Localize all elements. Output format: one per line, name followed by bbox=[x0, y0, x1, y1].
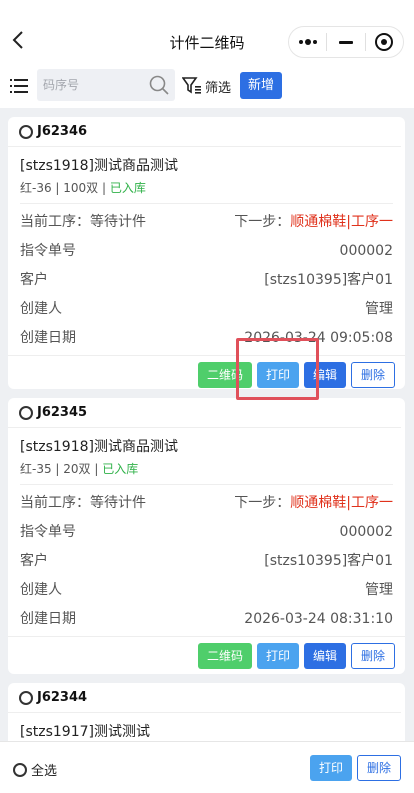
date-label: 创建日期 bbox=[20, 330, 76, 346]
card-actions: 二维码 打印 编辑 删除 bbox=[8, 356, 405, 394]
card-header: J62346 bbox=[8, 117, 401, 147]
more-icon[interactable] bbox=[289, 27, 326, 57]
customer-value: [stzs10395]客户01 bbox=[264, 272, 393, 288]
add-button[interactable]: 新增 bbox=[240, 72, 282, 99]
product-name: [stzs1918]测试商品测试 bbox=[20, 439, 178, 455]
spec-text: 红-35 | 20双 | bbox=[20, 462, 103, 476]
next-step: 顺通棉鞋|工序一 bbox=[290, 214, 393, 230]
qr-card: J62346 [stzs1918]测试商品测试 红-36 | 100双 | 已入… bbox=[8, 117, 405, 389]
order-value: 000002 bbox=[339, 243, 393, 259]
toolbar: 筛选 新增 bbox=[0, 64, 414, 108]
mini-program-capsule bbox=[288, 26, 404, 58]
order-value: 000002 bbox=[339, 524, 393, 540]
delete-button[interactable]: 删除 bbox=[351, 643, 395, 669]
process-row: 当前工序：等待计件 下一步：顺通棉鞋|工序一 bbox=[20, 208, 393, 237]
process-row: 当前工序：等待计件 下一步：顺通棉鞋|工序一 bbox=[20, 489, 393, 518]
customer-label: 客户 bbox=[20, 272, 48, 288]
search-input[interactable] bbox=[37, 69, 137, 101]
order-row: 指令单号 000002 bbox=[20, 518, 393, 547]
select-radio[interactable] bbox=[19, 124, 33, 139]
minimize-icon[interactable] bbox=[327, 27, 364, 57]
bottom-bar: 全选 打印 删除 bbox=[0, 741, 414, 793]
status-badge: 已入库 bbox=[102, 462, 139, 476]
list-menu-icon[interactable] bbox=[10, 78, 28, 94]
customer-row: 客户 [stzs10395]客户01 bbox=[20, 266, 393, 295]
creator-label: 创建人 bbox=[20, 582, 62, 598]
order-label: 指令单号 bbox=[20, 524, 76, 540]
customer-label: 客户 bbox=[20, 553, 48, 569]
print-button[interactable]: 打印 bbox=[257, 643, 299, 669]
next-label: 下一步： bbox=[234, 495, 291, 511]
status-badge: 已入库 bbox=[109, 181, 146, 195]
product-meta: 红-36 | 100双 | 已入库 bbox=[20, 177, 393, 199]
date-value: 2026-03-24 08:31:10 bbox=[244, 611, 393, 627]
highlight-box bbox=[236, 338, 319, 400]
creator-value: 管理 bbox=[365, 301, 393, 317]
customer-value: [stzs10395]客户01 bbox=[264, 553, 393, 569]
batch-delete-button[interactable]: 删除 bbox=[357, 755, 401, 781]
date-row: 创建日期 2026-03-24 09:05:08 bbox=[20, 324, 393, 353]
next-label: 下一步： bbox=[234, 214, 291, 230]
date-label: 创建日期 bbox=[20, 611, 76, 627]
select-all[interactable]: 全选 bbox=[13, 760, 57, 779]
creator-row: 创建人 管理 bbox=[20, 576, 393, 605]
next-step: 顺通棉鞋|工序一 bbox=[290, 495, 393, 511]
product-name: [stzs1917]测试测试 bbox=[20, 724, 150, 740]
creator-value: 管理 bbox=[365, 582, 393, 598]
batch-print-button[interactable]: 打印 bbox=[310, 755, 352, 781]
spec-text: 红-36 | 100双 | bbox=[20, 181, 110, 195]
card-actions: 二维码 打印 编辑 删除 bbox=[8, 637, 405, 675]
search-box bbox=[37, 69, 175, 101]
creator-label: 创建人 bbox=[20, 301, 62, 317]
process-label: 当前工序：等待计件 bbox=[20, 214, 146, 230]
card-code: J62344 bbox=[37, 690, 88, 705]
search-icon[interactable] bbox=[149, 75, 169, 95]
select-radio[interactable] bbox=[19, 690, 33, 705]
customer-row: 客户 [stzs10395]客户01 bbox=[20, 547, 393, 576]
select-all-radio[interactable] bbox=[13, 762, 27, 777]
product-meta: 红-35 | 20双 | 已入库 bbox=[20, 458, 393, 480]
qr-code-button[interactable]: 二维码 bbox=[198, 643, 252, 669]
order-label: 指令单号 bbox=[20, 243, 76, 259]
process-label: 当前工序：等待计件 bbox=[20, 495, 146, 511]
date-row: 创建日期 2026-03-24 08:31:10 bbox=[20, 605, 393, 634]
delete-button[interactable]: 删除 bbox=[351, 362, 395, 388]
select-all-label: 全选 bbox=[31, 764, 58, 779]
creator-row: 创建人 管理 bbox=[20, 295, 393, 324]
edit-button[interactable]: 编辑 bbox=[304, 643, 346, 669]
card-header: J62345 bbox=[8, 398, 401, 428]
order-row: 指令单号 000002 bbox=[20, 237, 393, 266]
card-code: J62346 bbox=[37, 124, 88, 139]
filter-icon bbox=[182, 77, 201, 94]
select-radio[interactable] bbox=[19, 405, 33, 420]
filter-label: 筛选 bbox=[205, 80, 232, 96]
card-code: J62345 bbox=[37, 405, 88, 420]
close-target-icon[interactable] bbox=[366, 27, 403, 57]
card-header: J62344 bbox=[8, 683, 401, 713]
qr-card: J62345 [stzs1918]测试商品测试 红-35 | 20双 | 已入库… bbox=[8, 398, 405, 674]
product-name: [stzs1918]测试商品测试 bbox=[20, 158, 178, 174]
filter-button[interactable]: 筛选 bbox=[182, 76, 231, 96]
